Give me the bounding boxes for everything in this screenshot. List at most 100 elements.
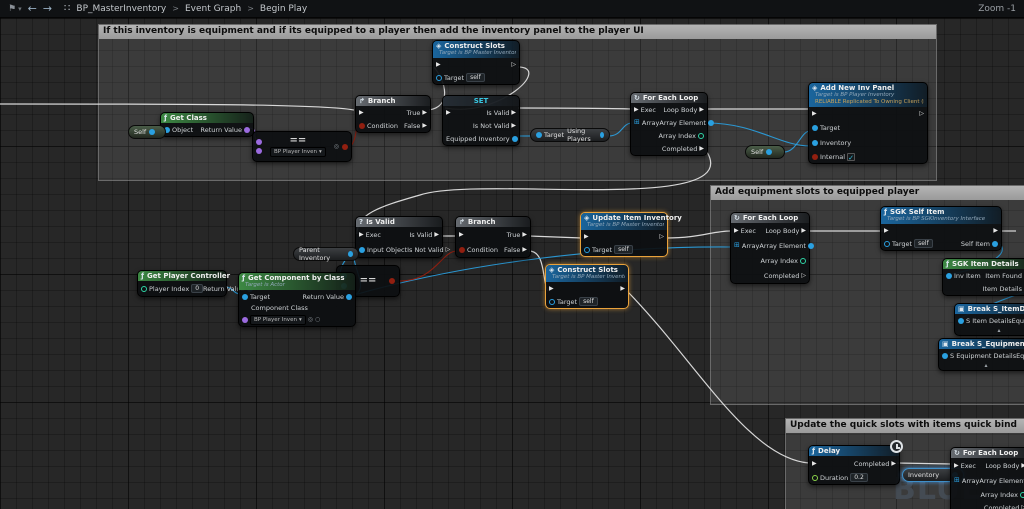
pill-using-players[interactable]: Target Using Players <box>530 128 610 142</box>
is-valid-pin[interactable]: ▶ <box>434 232 439 238</box>
node-for-each-loop-quickbind[interactable]: ↻For Each Loop ▶Exec Loop Body▶ ⊞Array A… <box>950 447 1024 509</box>
completed-pin[interactable]: ▷ <box>801 273 806 279</box>
exec-in-pin[interactable]: ▶ <box>812 111 817 117</box>
target-pin[interactable] <box>242 294 248 300</box>
breadcrumb-graph[interactable]: Event Graph <box>185 4 241 14</box>
exec-in-pin[interactable]: ▶ <box>359 110 364 116</box>
s-equipment-details-pin[interactable] <box>942 353 948 359</box>
array-pin[interactable]: ⊞ <box>734 242 740 249</box>
forward-button[interactable]: → <box>43 3 52 14</box>
result-pin[interactable] <box>342 144 348 150</box>
browse-icon[interactable]: ◎ <box>334 143 339 150</box>
node-set-equipped-inventory[interactable]: SET ▶ Is Valid▶ Is Not Valid▶ Equipped I… <box>442 95 520 146</box>
duration-input[interactable]: 0.2 <box>850 473 868 482</box>
bookmark-caret-icon[interactable]: ▾ <box>18 5 22 13</box>
exec-in-pin[interactable]: ▶ <box>446 110 451 116</box>
loop-body-pin[interactable]: ▶ <box>699 107 704 113</box>
exec-in-pin[interactable]: ▶ <box>884 228 889 234</box>
pill-self-mid[interactable]: Self <box>745 145 785 159</box>
false-pin[interactable]: ▶ <box>522 247 527 253</box>
exec-in-pin[interactable]: ▶ <box>436 62 441 68</box>
return-value-pin[interactable] <box>244 127 250 133</box>
target-value-input[interactable]: self <box>914 239 933 248</box>
array-pin[interactable]: ⊞ <box>954 477 960 484</box>
self-out-pin[interactable] <box>149 129 155 135</box>
exec-in-pin[interactable]: ▶ <box>734 228 739 234</box>
use-selected-icon[interactable]: ○ <box>315 316 320 323</box>
bookmark-icon[interactable]: ⚑ <box>8 4 16 14</box>
parent-inventory-out-pin[interactable] <box>348 251 353 257</box>
exec-out-pin[interactable]: ▷ <box>919 111 924 117</box>
target-value-input[interactable]: self <box>579 297 598 306</box>
target-pin[interactable] <box>436 75 442 81</box>
node-is-valid[interactable]: ?Is Valid ▶Exec Is Valid▶ Input Object I… <box>355 216 443 258</box>
loop-body-pin[interactable]: ▶ <box>801 228 806 234</box>
player-index-pin[interactable] <box>141 286 147 292</box>
node-for-each-loop-top[interactable]: ↻For Each Loop ▶Exec Loop Body▶ ⊞Array A… <box>630 92 708 156</box>
using-players-pin[interactable] <box>600 132 604 138</box>
duration-pin[interactable] <box>812 475 818 481</box>
array-index-pin[interactable] <box>800 258 806 264</box>
array-index-pin[interactable] <box>1020 492 1024 498</box>
array-element-pin[interactable] <box>808 243 814 249</box>
collapse-arrow[interactable]: ▴ <box>939 362 1024 370</box>
equipped-inventory-pin[interactable] <box>512 136 518 142</box>
exec-in-pin[interactable]: ▶ <box>812 461 817 467</box>
node-for-each-loop-equipment[interactable]: ↻For Each Loop ▶Exec Loop Body▶ ⊞Array A… <box>730 212 810 284</box>
component-class-dropdown[interactable]: BP Player Inven▾ <box>250 315 306 325</box>
result-pin[interactable] <box>389 278 395 284</box>
node-delay[interactable]: ƒDelay ▶ Completed▶ Duration 0.2 <box>808 445 900 485</box>
comment-title[interactable]: Add equipment slots to equipped player <box>711 186 1024 200</box>
node-get-component-by-class[interactable]: ƒGet Component by Class Target is Actor … <box>238 272 356 327</box>
exec-in-pin[interactable]: ▶ <box>459 232 464 238</box>
return-value-pin[interactable] <box>346 294 352 300</box>
exec-in-pin[interactable]: ▶ <box>584 234 589 240</box>
pill-parent-inventory[interactable]: Parent Inventory <box>293 247 359 261</box>
player-index-input[interactable]: 0 <box>191 284 203 293</box>
completed-pin[interactable]: ▶ <box>891 461 896 467</box>
self-out-pin[interactable] <box>766 149 772 155</box>
target-pin[interactable] <box>584 247 590 253</box>
exec-in-pin[interactable]: ▶ <box>954 463 959 469</box>
inv-item-pin[interactable] <box>946 273 952 279</box>
array-pin[interactable]: ⊞ <box>634 119 640 126</box>
exec-out-pin[interactable]: ▶ <box>993 228 998 234</box>
comment-title[interactable]: If this inventory is equipment and if it… <box>99 25 936 39</box>
class-b-pin[interactable] <box>256 148 262 154</box>
node-break-s-itemdetails[interactable]: ▣Break S_ItemDetails S Item Details Equi… <box>954 303 1024 336</box>
exec-in-pin[interactable]: ▶ <box>359 232 364 238</box>
is-valid-pin[interactable]: ▶ <box>511 110 516 116</box>
browse-icon[interactable]: ◎ <box>308 316 313 323</box>
collapse-arrow[interactable]: ▴ <box>955 327 1024 335</box>
target-pin[interactable] <box>812 125 818 131</box>
is-not-valid-pin[interactable]: ▶ <box>511 123 516 129</box>
node-sgk-item-details[interactable]: ƒSGK Item Details Inv Item Item Found It… <box>942 258 1024 296</box>
class-a-pin[interactable] <box>256 139 262 145</box>
target-pin[interactable] <box>536 132 542 138</box>
condition-pin[interactable] <box>359 123 365 129</box>
self-item-pin[interactable] <box>992 241 998 247</box>
node-get-player-controller[interactable]: ƒGet Player Controller Player Index 0 Re… <box>137 270 227 297</box>
exec-out-pin[interactable]: ▶ <box>620 286 625 292</box>
true-pin[interactable]: ▶ <box>522 232 527 238</box>
exec-out-pin[interactable]: ▷ <box>659 234 664 240</box>
inventory-pin[interactable] <box>812 140 818 146</box>
breadcrumb-asset[interactable]: BP_MasterInventory <box>76 4 166 14</box>
true-pin[interactable]: ▶ <box>422 110 427 116</box>
exec-out-pin[interactable]: ▷ <box>511 62 516 68</box>
s-item-details-pin[interactable] <box>958 318 964 324</box>
array-element-pin[interactable] <box>708 120 714 126</box>
target-pin[interactable] <box>884 241 890 247</box>
comment-title[interactable]: Update the quick slots with items quick … <box>786 419 1024 433</box>
target-value-input[interactable]: self <box>466 73 485 82</box>
internal-pin[interactable] <box>812 154 818 160</box>
node-sgk-self-item[interactable]: ƒSGK Self Item Target is BP SGKInventory… <box>880 206 1002 251</box>
completed-pin[interactable]: ▶ <box>699 146 704 152</box>
node-construct-slots-mid[interactable]: ◈Construct Slots Target is BP Master Inv… <box>545 264 629 309</box>
node-update-item-inventory[interactable]: ◈Update Item Inventory Target is BP Mast… <box>580 212 668 257</box>
back-button[interactable]: ← <box>28 3 37 14</box>
node-construct-slots-top[interactable]: ◈Construct Slots Target is BP Master Inv… <box>432 40 520 85</box>
node-branch-mid[interactable]: ↱Branch ▶ True▶ Condition False▶ <box>455 216 531 258</box>
node-branch-top[interactable]: ↱Branch ▶ True▶ Condition False▶ <box>355 95 431 133</box>
false-pin[interactable]: ▶ <box>422 123 427 129</box>
